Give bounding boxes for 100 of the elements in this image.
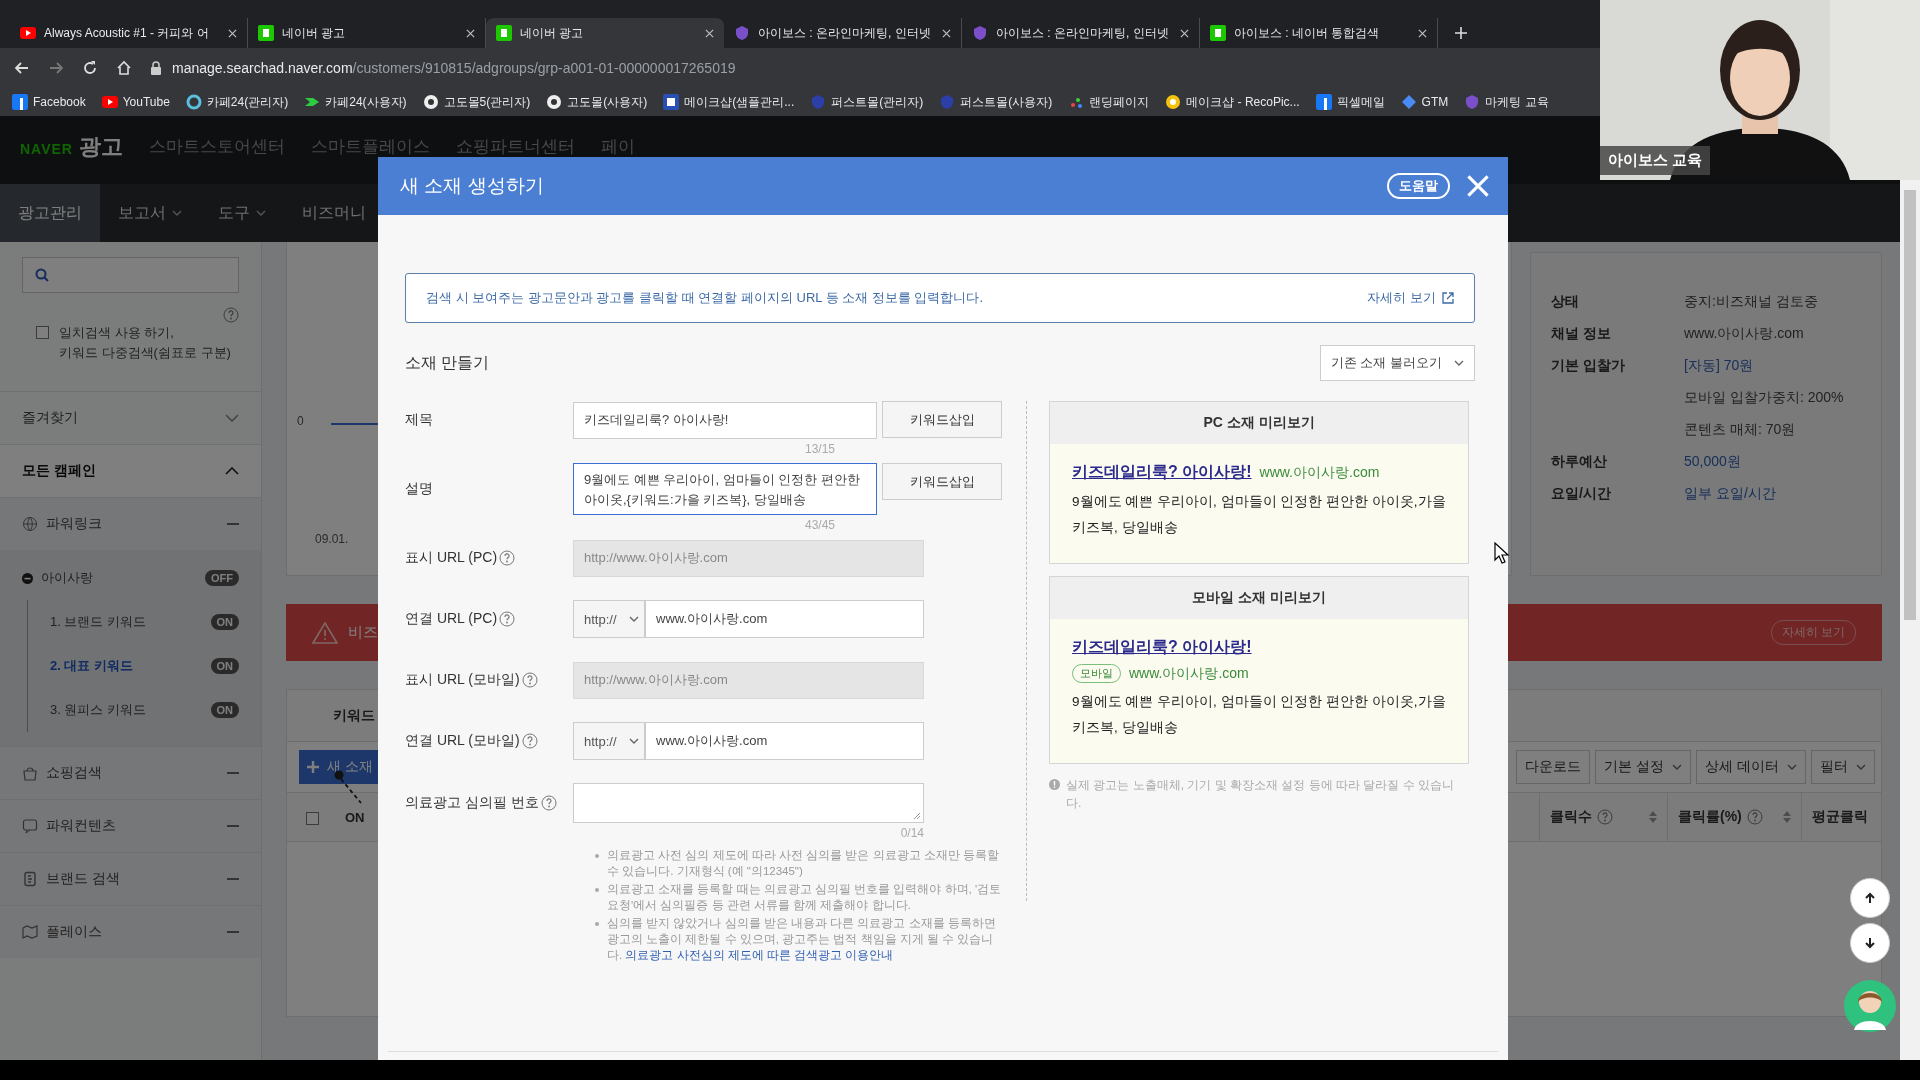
ad-group-name[interactable]: 1. 브랜드 키워드: [50, 613, 147, 631]
info-value: 중지:비즈채널 검토중: [1684, 293, 1818, 311]
field-label: 설명: [405, 480, 433, 498]
status-badge: ON: [210, 702, 239, 718]
info-value: www.아이사랑.com: [1684, 325, 1804, 343]
campaign-type[interactable]: 플레이스: [46, 923, 102, 941]
info-label: 기본 입찰가: [1551, 357, 1626, 375]
tab-title: 아이보스 : 온라인마케팅, 인터넷: [758, 24, 932, 42]
campaign-type[interactable]: 파워컨텐츠: [46, 817, 116, 835]
status-badge: OFF: [205, 570, 239, 586]
bookmark-link[interactable]: 픽셀메일: [1336, 93, 1385, 111]
tab-title: 네이버 광고: [282, 24, 347, 42]
bookmark-link[interactable]: 퍼스트몰(관리자): [831, 93, 924, 111]
toolbar-button[interactable]: 기본 설정: [1595, 750, 1692, 784]
insert-keyword-button[interactable]: 키워드삽입: [882, 401, 1002, 438]
bookmark-link[interactable]: 마케팅 교육: [1485, 93, 1549, 111]
field-label: 연결 URL (모바일): [405, 732, 520, 750]
info-link[interactable]: 일부 요일/시간: [1684, 485, 1776, 503]
protocol-dropdown[interactable]: http://: [573, 722, 645, 760]
field-label: 표시 URL (PC): [405, 549, 498, 567]
ad-group-name[interactable]: 3. 원피스 키워드: [50, 701, 147, 719]
tab-title: 아이보스 : 온라인마케팅, 인터넷: [996, 24, 1170, 42]
campaign-name[interactable]: 아이사랑: [41, 569, 93, 587]
preview-title: 모바일 소재 미리보기: [1050, 577, 1468, 619]
nav-tab[interactable]: 보고서: [100, 184, 200, 242]
info-label: 채널 정보: [1551, 325, 1612, 343]
character-counter: 0/14: [900, 825, 924, 842]
table-tab[interactable]: 키워드: [333, 706, 375, 725]
status-badge: ON: [210, 658, 239, 674]
column-header: ON: [345, 809, 365, 825]
note-text: 의료광고 사전 심의 제도에 따라 사전 심의를 받은 의료광고 소재만 등록할 수 있습니다. 기재형식 (예 "의12345"): [607, 848, 1000, 879]
toolbar-button[interactable]: 다운로드: [1516, 750, 1591, 784]
character-counter: 43/45: [805, 517, 836, 534]
section-title: 소재 만들기: [405, 352, 490, 373]
axis-label: 0: [297, 414, 304, 428]
tab-title: 아이보스 : 네이버 통합검색: [1234, 24, 1381, 42]
bookmark-link[interactable]: YouTube: [122, 95, 170, 109]
browser-tab[interactable]: 네이버 광고: [486, 18, 724, 48]
help-button[interactable]: 도움말: [1387, 173, 1450, 199]
url-field[interactable]: www.아이사랑.com: [645, 600, 924, 638]
dialog-title: 새 소재 생성하기: [400, 174, 545, 198]
url-field[interactable]: www.아이사랑.com: [645, 722, 924, 760]
field-label: 제목: [405, 411, 433, 429]
guide-link[interactable]: 의료광고 사전심의 제도에 따른 검색광고 이용안내: [625, 949, 894, 961]
ad-description: 9월에도 예쁜 우리아이, 엄마들이 인정한 편안한 아이옷,가을 키즈복, 당일배송: [1072, 693, 1446, 737]
field-label: 연결 URL (PC): [405, 610, 498, 628]
load-dropdown[interactable]: 기존 소재 불러오기: [1319, 345, 1475, 381]
column-header: 평균클릭: [1812, 808, 1868, 826]
campaign-type[interactable]: 파워링크: [46, 515, 102, 533]
tab-title: Always Acoustic #1 - 커피와 어: [44, 24, 210, 42]
bookmark-link[interactable]: Facebook: [33, 95, 86, 109]
bookmark-link[interactable]: 퍼스트몰(사용자): [960, 93, 1053, 111]
sidebar-heading[interactable]: 즐겨찾기: [22, 409, 78, 427]
field-label: 표시 URL (모바일): [405, 671, 520, 689]
logo-product[interactable]: 광고: [78, 132, 123, 162]
video-caption: 아이보스 교육: [1600, 146, 1711, 175]
sidebar-heading[interactable]: 모든 캠페인: [22, 462, 96, 480]
insert-keyword-button[interactable]: 키워드삽입: [882, 463, 1002, 500]
info-value: 모바일 입찰가중치: 200%: [1684, 389, 1844, 407]
axis-label: 09.01.: [315, 532, 349, 546]
toolbar-button[interactable]: 상세 데이터: [1696, 750, 1806, 784]
campaign-type[interactable]: 브랜드 검색: [46, 870, 120, 888]
details-link[interactable]: 자세히 보기: [1367, 289, 1436, 307]
ad-headline-link[interactable]: 키즈데일리룩? 아이사랑!: [1072, 637, 1252, 658]
field-label: 의료광고 심의필 번호: [405, 794, 539, 812]
protocol-dropdown[interactable]: http://: [573, 600, 645, 638]
info-text: 검색 시 보여주는 광고문안과 광고를 클릭할 때 연결할 페이지의 URL 등 소재 정보를 입력합니다.: [426, 289, 985, 307]
bookmark-link[interactable]: 메이크샵 - RecoPic...: [1186, 93, 1300, 111]
bookmark-link[interactable]: 고도몰5(관리자): [443, 93, 531, 111]
bookmark-link[interactable]: 카페24(관리자): [206, 93, 289, 111]
preview-note: 실제 광고는 노출매체, 기기 및 확장소재 설정 등에 따라 달라질 수 있습니다.: [1066, 777, 1455, 812]
checkbox-label: 일치검색 사용 하기, 키워드 다중검색(쉼표로 구분): [59, 324, 231, 362]
bookmark-link[interactable]: 고도몰(사용자): [567, 93, 648, 111]
column-header: 클릭률(%): [1678, 808, 1742, 826]
column-header: 클릭수: [1550, 808, 1592, 826]
tab-title: 네이버 광고: [520, 24, 585, 42]
info-label: 하루예산: [1551, 453, 1608, 471]
info-label: 상태: [1551, 293, 1580, 311]
bookmark-link[interactable]: GTM: [1421, 95, 1449, 109]
ad-description: 9월에도 예쁜 우리아이, 엄마들이 인정한 편안한 아이옷,가을 키즈복, 당일배송: [1072, 493, 1446, 537]
info-link[interactable]: 50,000원: [1684, 453, 1741, 471]
info-link[interactable]: [자동] 70원: [1684, 357, 1844, 375]
toolbar-button[interactable]: 필터: [1811, 750, 1875, 784]
display-url: www.아이사랑.com: [1129, 664, 1249, 683]
nav-tab[interactable]: 광고관리: [0, 184, 100, 242]
address-url[interactable]: manage.searchad.naver.com/customers/910815/adgroups/grp-a001-01-000000017265019: [172, 60, 736, 76]
info-label: 요일/시간: [1551, 485, 1612, 503]
description-field[interactable]: 9월에도 예쁜 우리아이, 엄마들이 인정한 편안한 아이옷,{키워드:가을 키즈복}, 당일배송: [573, 463, 877, 515]
bookmark-link[interactable]: 랜딩페이지: [1089, 93, 1150, 111]
bookmark-link[interactable]: 카페24(사용자): [325, 93, 407, 111]
ad-headline-link[interactable]: 키즈데일리룩? 아이사랑!: [1072, 462, 1252, 483]
campaign-type[interactable]: 쇼핑검색: [46, 764, 102, 782]
nav-tab[interactable]: 도구: [200, 184, 284, 242]
info-value: 콘텐츠 매체: 70원: [1684, 421, 1797, 439]
alert-text: 비즈: [348, 623, 378, 642]
status-badge: ON: [210, 614, 239, 630]
note-text: 심의를 받지 않았거나 심의를 받은 내용과 다른 의료광고 소재를 등록하면 광고의 노출이 제한될 수 있으며, 광고주는 법적 책임을 지게 될 수 있습니다. 의료광고 사전심의 제도에 따른 검색광고 이용안내: [607, 916, 997, 963]
bookmark-link[interactable]: 메이크샵(샘플관리...: [684, 93, 795, 111]
title-field[interactable]: 키즈데일리룩? 아이사랑!: [573, 401, 877, 439]
preview-title: PC 소재 미리보기: [1050, 402, 1468, 444]
